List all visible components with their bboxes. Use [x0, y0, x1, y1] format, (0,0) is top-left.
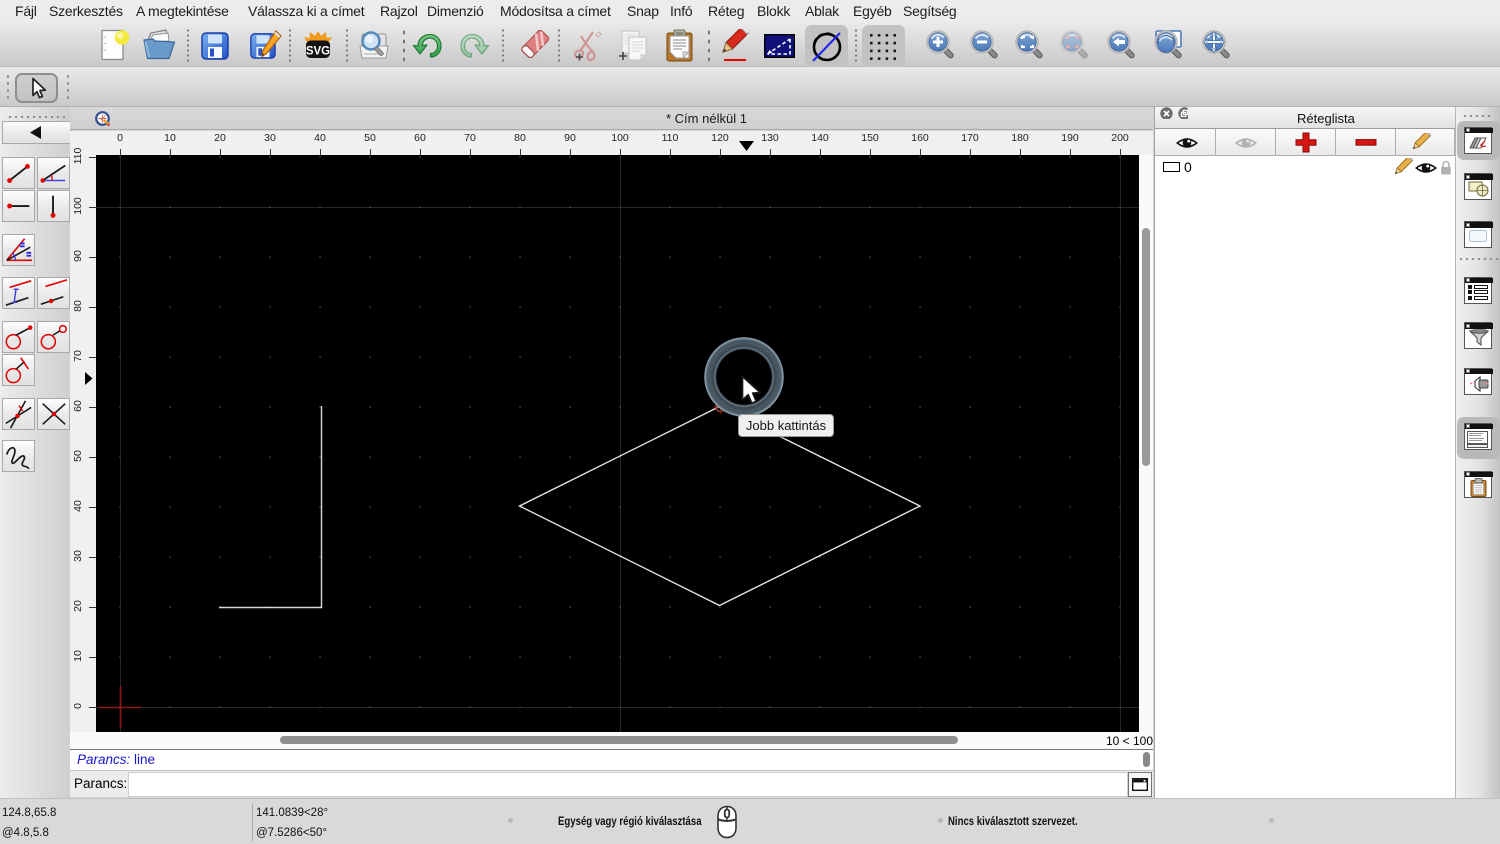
svg-text:SVG: SVG — [306, 46, 330, 58]
